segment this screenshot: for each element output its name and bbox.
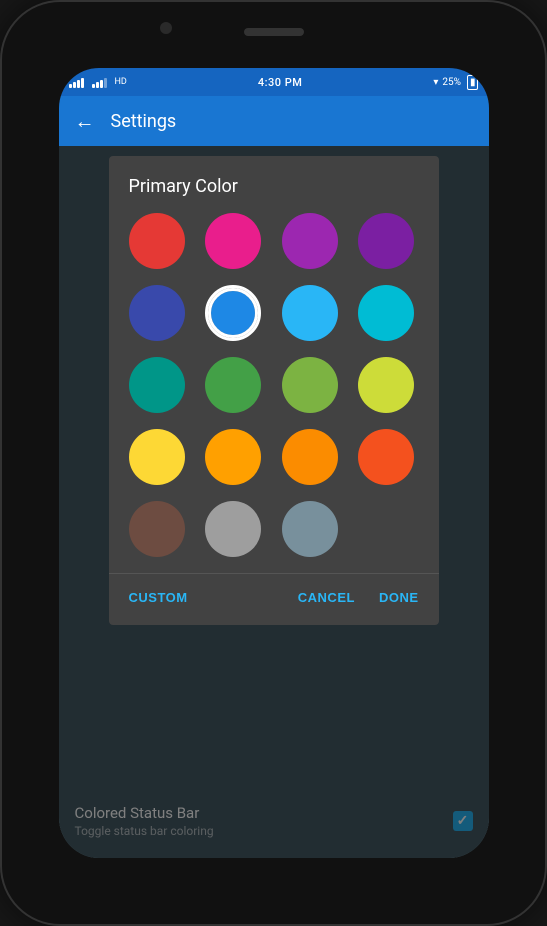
dialog-actions: CUSTOM CANCEL DONE <box>109 573 439 625</box>
app-bar-title: Settings <box>111 111 177 132</box>
color-circle-deep-orange[interactable] <box>358 429 414 485</box>
color-grid <box>109 213 439 573</box>
color-circle-yellow-green[interactable] <box>358 357 414 413</box>
network-label: HD <box>115 77 127 87</box>
phone-frame: HD 4:30 PM ▾ 25% ▮ ← Settings Colored St… <box>0 0 547 926</box>
color-circle-blue-light[interactable] <box>205 285 261 341</box>
cancel-button[interactable]: CANCEL <box>294 582 359 613</box>
color-circle-blue[interactable] <box>282 285 338 341</box>
color-circle-purple-mid[interactable] <box>282 213 338 269</box>
app-bar: ← Settings <box>59 96 489 146</box>
color-circle-indigo[interactable] <box>129 285 185 341</box>
wifi-icon: ▾ <box>433 77 438 88</box>
color-circle-orange[interactable] <box>282 429 338 485</box>
color-circle-yellow[interactable] <box>129 429 185 485</box>
phone-speaker <box>244 28 304 36</box>
color-circle-green[interactable] <box>205 357 261 413</box>
color-circle-pink[interactable] <box>205 213 261 269</box>
color-circle-purple-dark[interactable] <box>358 213 414 269</box>
color-circle-red[interactable] <box>129 213 185 269</box>
status-left: HD <box>69 76 127 88</box>
dialog-actions-right: CANCEL DONE <box>294 582 423 613</box>
color-circle-amber[interactable] <box>205 429 261 485</box>
signal-icon-2 <box>92 76 107 88</box>
done-button[interactable]: DONE <box>375 582 423 613</box>
dialog-title: Primary Color <box>109 156 439 213</box>
phone-screen: HD 4:30 PM ▾ 25% ▮ ← Settings Colored St… <box>59 68 489 858</box>
back-button[interactable]: ← <box>75 109 95 134</box>
dialog-backdrop: Primary Color CUSTOM CANCEL DONE <box>59 146 489 858</box>
color-circle-light-green[interactable] <box>282 357 338 413</box>
battery-icon: ▮ <box>467 75 479 90</box>
battery-label: 25% <box>442 77 461 88</box>
color-circle-brown[interactable] <box>129 501 185 557</box>
color-circle-grey-light[interactable] <box>205 501 261 557</box>
color-circle-teal[interactable] <box>129 357 185 413</box>
color-picker-dialog: Primary Color CUSTOM CANCEL DONE <box>109 156 439 625</box>
status-right: ▾ 25% ▮ <box>433 75 478 90</box>
signal-icon <box>69 76 84 88</box>
main-content: Colored Status Bar Toggle status bar col… <box>59 146 489 858</box>
color-circle-cyan[interactable] <box>358 285 414 341</box>
phone-camera <box>160 22 172 34</box>
custom-button[interactable]: CUSTOM <box>125 582 192 613</box>
color-circle-grey-blue[interactable] <box>282 501 338 557</box>
status-time: 4:30 PM <box>258 76 303 89</box>
status-bar: HD 4:30 PM ▾ 25% ▮ <box>59 68 489 96</box>
